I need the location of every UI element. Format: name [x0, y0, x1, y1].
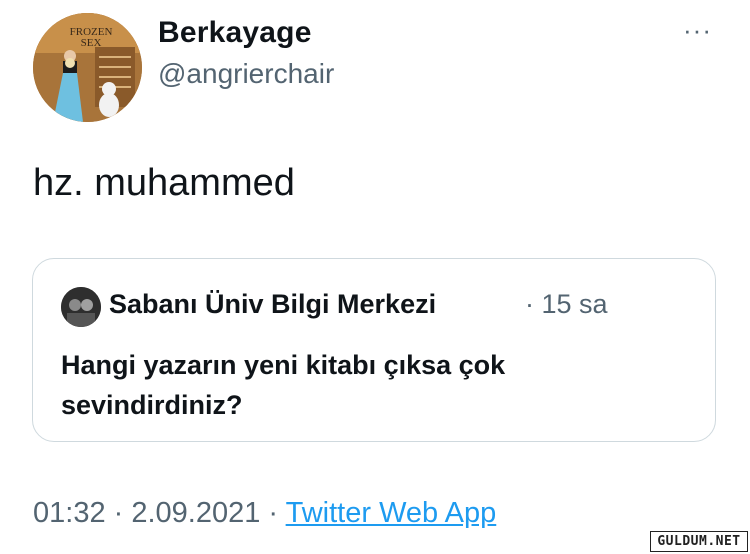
watermark-logo: GULDUM.NET: [650, 531, 748, 552]
tweet-footer: 01:32 · 2.09.2021 · Twitter Web App: [33, 497, 496, 530]
quoted-author-name[interactable]: Sabanı Üniv Bilgi Merkezi: [109, 289, 436, 320]
quoted-author-avatar[interactable]: [61, 287, 101, 327]
tweet-date[interactable]: 2.09.2021: [131, 497, 260, 529]
quoted-separator: ·: [525, 289, 534, 319]
tweet-source-link[interactable]: Twitter Web App: [286, 497, 497, 529]
avatar-sign-line2: SEX: [81, 37, 102, 49]
quoted-tweet-text: Hangi yazarın yeni kitabı çıksa çok sevi…: [61, 350, 506, 420]
quoted-meta: · 15 sa: [525, 289, 608, 320]
footer-separator: ·: [260, 497, 286, 529]
author-handle[interactable]: @angrierchair: [158, 58, 334, 90]
tweet-text: hz. muhammed: [33, 162, 295, 204]
avatar-photo: FROZEN SEX: [33, 13, 142, 122]
tweet-time[interactable]: 01:32: [33, 497, 106, 529]
footer-separator: ·: [105, 497, 132, 529]
author-avatar[interactable]: FROZEN SEX: [33, 13, 142, 122]
quoted-time-ago[interactable]: 15 sa: [542, 289, 608, 319]
more-options-icon[interactable]: ···: [683, 17, 712, 43]
quoted-avatar-photo: [61, 287, 101, 327]
quoted-tweet-card[interactable]: Sabanı Üniv Bilgi Merkezi · 15 sa Hangi …: [32, 258, 716, 442]
author-display-name[interactable]: Berkayage: [158, 16, 312, 50]
